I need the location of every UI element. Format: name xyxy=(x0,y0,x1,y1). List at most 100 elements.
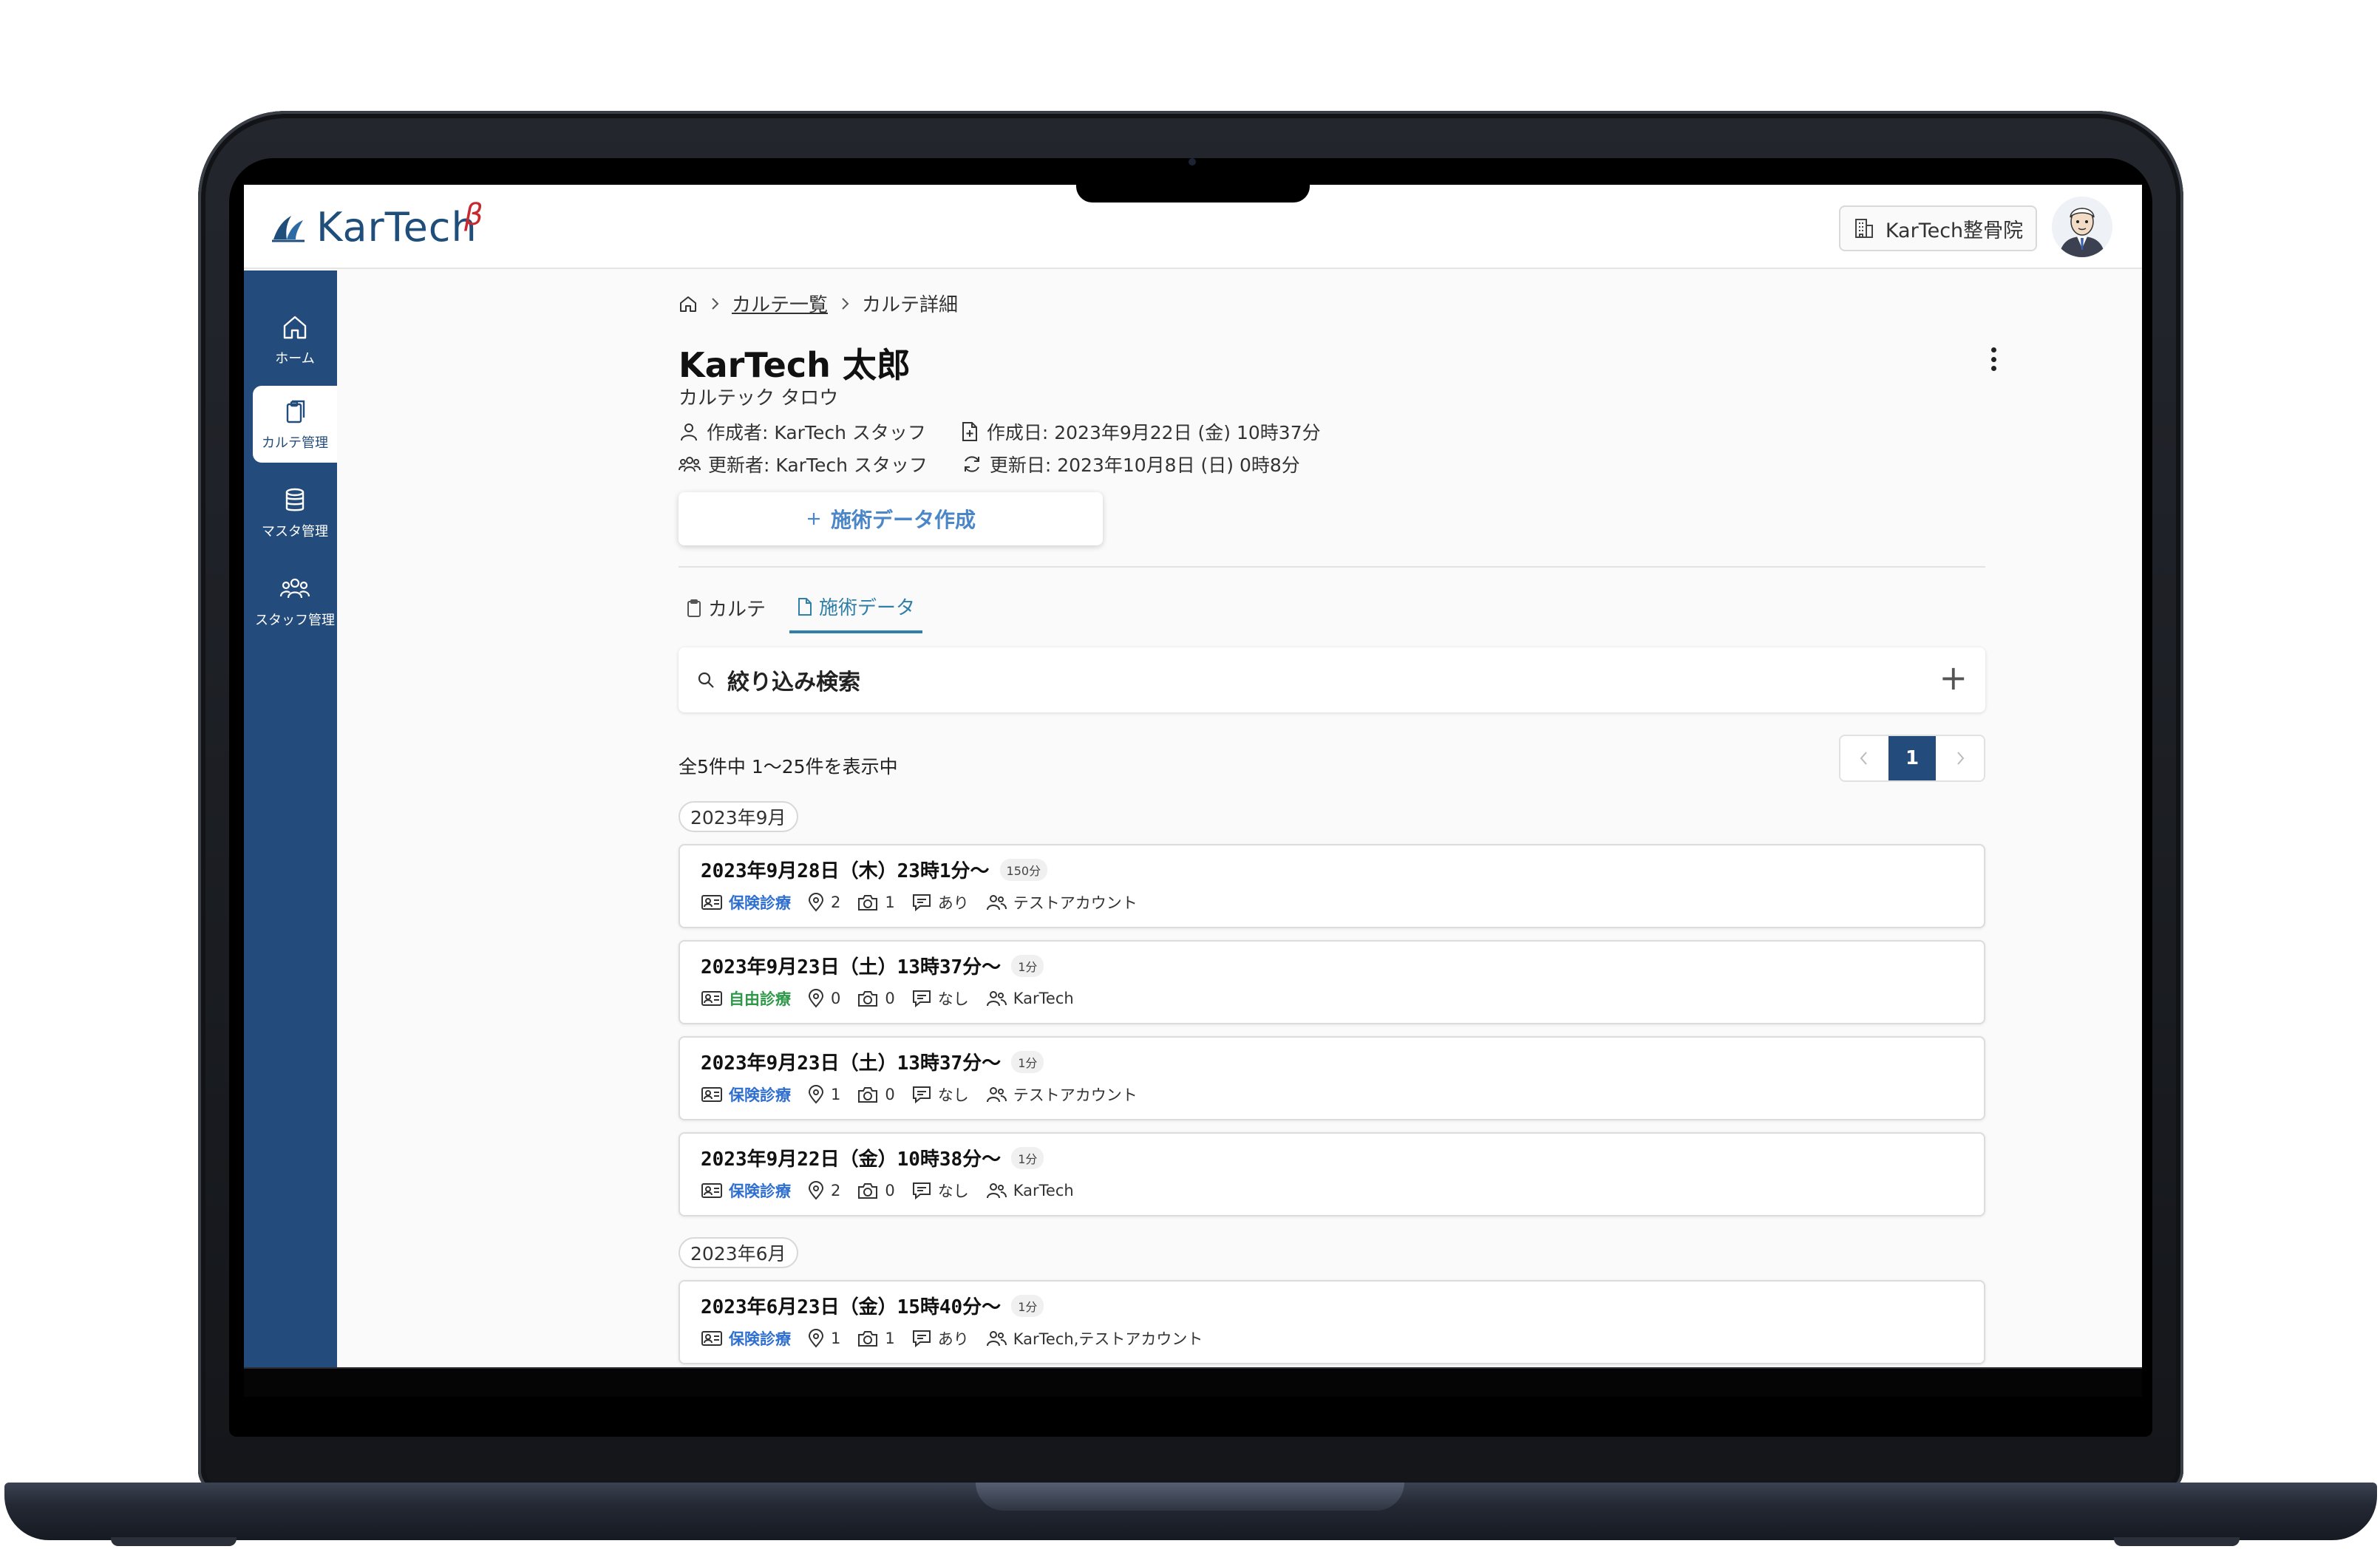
filter-search-toggle[interactable]: 絞り込み検索 + xyxy=(679,647,1985,712)
record-datetime: 2023年9月22日（金）10時38分〜 xyxy=(701,1148,1002,1171)
treatment-record-card[interactable]: 2023年9月23日（土）13時37分〜 1分 保険診療 1 0 なし テストア… xyxy=(679,1036,1985,1120)
record-title-row: 2023年9月28日（木）23時1分〜 150分 xyxy=(701,856,1048,883)
clipboard-icon xyxy=(686,599,702,618)
camera-icon xyxy=(857,893,879,912)
staff-names: KarTech,テストアカウント xyxy=(1013,1330,1203,1348)
logo[interactable]: KarTech β xyxy=(271,198,483,251)
record-title-row: 2023年6月23日（金）15時40分〜 1分 xyxy=(701,1292,1044,1319)
comment-icon xyxy=(911,989,932,1008)
insurance-type: 保険診療 xyxy=(729,1086,791,1104)
tab-bar: カルテ 施術データ xyxy=(679,590,923,633)
comment-status: あり xyxy=(937,1330,969,1348)
point-count: 2 xyxy=(831,1182,841,1199)
filter-search-label: 絞り込み検索 xyxy=(727,670,860,695)
record-datetime: 2023年9月28日（木）23時1分〜 xyxy=(701,860,990,882)
treatment-record-card[interactable]: 2023年9月28日（木）23時1分〜 150分 保険診療 2 1 あり テスト… xyxy=(679,844,1985,928)
point-count: 1 xyxy=(831,1086,841,1103)
map-pin-icon xyxy=(807,1181,825,1200)
duration-badge: 150分 xyxy=(999,858,1048,881)
users-icon xyxy=(985,1085,1007,1104)
point-count: 2 xyxy=(831,894,841,911)
map-pin-icon xyxy=(807,1329,825,1348)
id-card-icon xyxy=(701,990,723,1007)
insurance-type: 自由診療 xyxy=(729,990,791,1008)
map-pin-icon xyxy=(807,893,825,912)
create-treatment-label: 施術データ作成 xyxy=(830,508,976,532)
treatment-record-card[interactable]: 2023年9月23日（土）13時37分〜 1分 自由診療 0 0 なし KarT… xyxy=(679,940,1985,1024)
create-treatment-button[interactable]: 施術データ作成 xyxy=(679,492,1103,545)
comment-icon xyxy=(911,1329,932,1348)
sidebar-item-home[interactable]: ホーム xyxy=(253,302,337,378)
point-count: 1 xyxy=(831,1330,841,1347)
app-screen: KarTech β KarTech整骨院 ホーム カルテ管理 マスタ管理 スタッ… xyxy=(244,185,2142,1367)
id-card-icon xyxy=(701,1182,723,1199)
comment-icon xyxy=(911,1085,932,1104)
insurance-type: 保険診療 xyxy=(729,1330,791,1348)
id-card-icon xyxy=(701,894,723,911)
more-options-button[interactable] xyxy=(1982,341,2005,377)
staff-group-icon xyxy=(279,574,310,604)
search-icon xyxy=(696,670,715,690)
user-icon xyxy=(679,421,699,442)
tab-karte[interactable]: カルテ xyxy=(679,590,773,633)
breadcrumb-karte-list[interactable]: カルテ一覧 xyxy=(732,290,828,317)
tab-treatment-data[interactable]: 施術データ xyxy=(789,590,923,633)
home-icon[interactable] xyxy=(679,294,698,313)
staff-names: テストアカウント xyxy=(1013,894,1138,912)
next-page-button[interactable] xyxy=(1936,736,1984,780)
photo-count: 0 xyxy=(885,1182,895,1199)
map-pin-icon xyxy=(807,1085,825,1104)
record-datetime: 2023年6月23日（金）15時40分〜 xyxy=(701,1296,1002,1318)
users-icon xyxy=(985,989,1007,1008)
laptop-foot-left xyxy=(111,1537,237,1546)
photo-count: 0 xyxy=(885,1086,895,1103)
id-card-icon xyxy=(701,1086,723,1103)
duration-badge: 1分 xyxy=(1011,954,1044,977)
insurance-type: 保険診療 xyxy=(729,894,791,912)
camera-icon xyxy=(857,1329,879,1348)
staff-names: KarTech xyxy=(1013,990,1074,1007)
photo-count: 0 xyxy=(885,990,895,1007)
beta-badge: β xyxy=(464,198,483,232)
record-meta-row: 保険診療 2 0 なし KarTech xyxy=(701,1180,1083,1202)
sidebar-item-staff[interactable]: スタッフ管理 xyxy=(253,563,337,640)
sidebar-item-label: ホーム xyxy=(275,351,315,367)
expand-plus-icon[interactable]: + xyxy=(1939,661,1968,695)
treatment-record-card[interactable]: 2023年9月22日（金）10時38分〜 1分 保険診療 2 0 なし KarT… xyxy=(679,1132,1985,1216)
updater: 更新者: KarTech スタッフ xyxy=(708,455,928,476)
breadcrumb: カルテ一覧 カルテ詳細 xyxy=(679,290,958,317)
comment-status: あり xyxy=(937,894,969,912)
record-datetime: 2023年9月23日（土）13時37分〜 xyxy=(701,956,1002,978)
treatment-record-card[interactable]: 2023年6月23日（金）15時40分〜 1分 保険診療 1 1 あり KarT… xyxy=(679,1280,1985,1364)
refresh-icon xyxy=(962,454,982,474)
clinic-switch-button[interactable]: KarTech整骨院 xyxy=(1839,205,2037,251)
plus-icon xyxy=(806,511,822,527)
record-datetime: 2023年9月23日（土）13時37分〜 xyxy=(701,1052,1002,1075)
id-card-icon xyxy=(701,1330,723,1347)
trackpad-notch xyxy=(976,1483,1404,1511)
point-count: 0 xyxy=(831,990,841,1007)
meta-row-updated: 更新者: KarTech スタッフ 更新日: 2023年10月8日 (日) 0時… xyxy=(679,451,1300,477)
sidebar: ホーム カルテ管理 マスタ管理 スタッフ管理 xyxy=(244,270,337,1367)
page-1-button[interactable]: 1 xyxy=(1888,736,1937,780)
home-icon xyxy=(280,313,310,342)
chevron-right-icon xyxy=(840,296,850,311)
record-meta-row: 保険診療 1 0 なし テストアカウント xyxy=(701,1083,1146,1106)
comment-status: なし xyxy=(937,1086,969,1104)
comment-icon xyxy=(911,1181,932,1200)
prev-page-button[interactable] xyxy=(1840,736,1888,780)
pagination: 1 xyxy=(1839,735,1985,782)
camera-icon xyxy=(857,1181,879,1200)
photo-count: 1 xyxy=(885,894,895,911)
sidebar-item-master[interactable]: マスタ管理 xyxy=(253,474,337,551)
record-title-row: 2023年9月23日（土）13時37分〜 1分 xyxy=(701,1048,1044,1075)
month-label: 2023年9月 xyxy=(679,801,798,832)
user-avatar[interactable] xyxy=(2052,197,2112,257)
building-icon xyxy=(1853,217,1875,239)
month-label: 2023年6月 xyxy=(679,1237,798,1268)
patient-kana: カルテック タロウ xyxy=(679,387,839,409)
tab-label: 施術データ xyxy=(819,597,916,619)
sidebar-item-karte[interactable]: カルテ管理 xyxy=(253,386,337,463)
duration-badge: 1分 xyxy=(1011,1294,1044,1317)
record-meta-row: 保険診療 2 1 あり テストアカウント xyxy=(701,891,1146,913)
